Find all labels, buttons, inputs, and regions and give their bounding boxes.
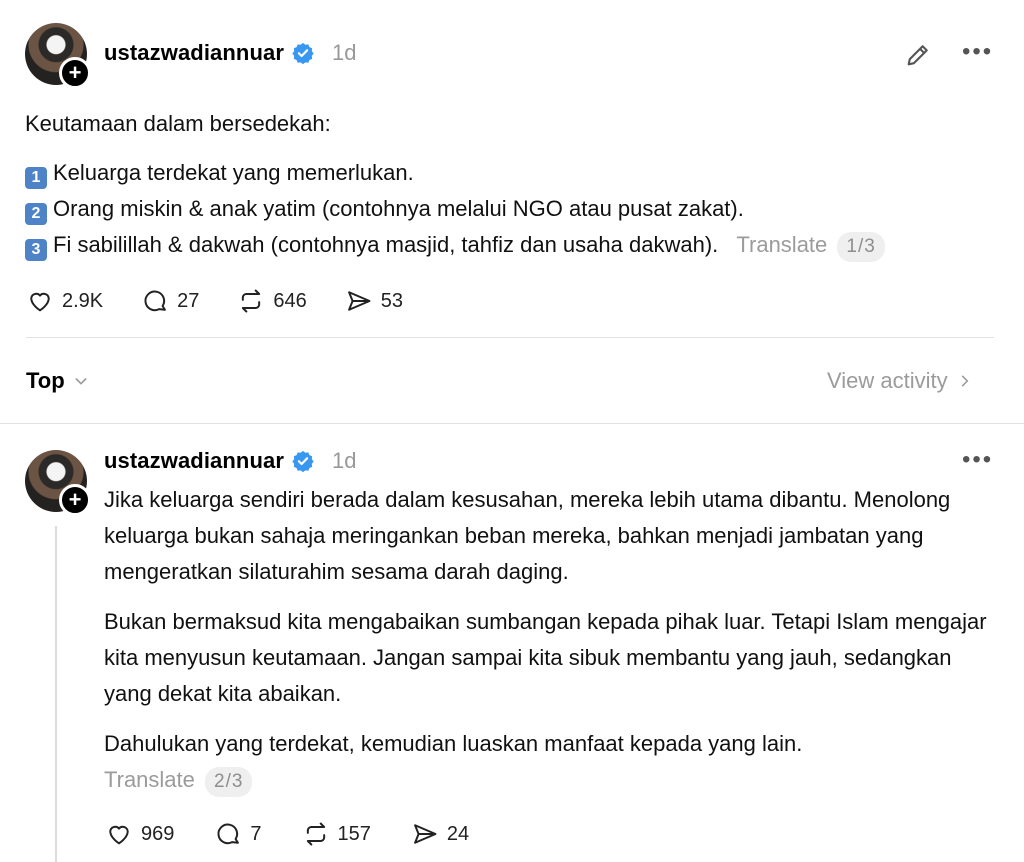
more-options-icon[interactable]: ••• xyxy=(962,38,993,66)
list-item: 2 Orang miskin & anak yatim (contohnya me… xyxy=(25,191,1005,227)
repost-icon xyxy=(242,289,261,313)
sort-dropdown[interactable]: Top xyxy=(26,368,89,394)
comment-button[interactable]: 7 xyxy=(214,820,262,848)
translate-link[interactable]: Translate xyxy=(736,232,827,257)
heart-icon xyxy=(109,825,129,845)
repost-icon xyxy=(306,822,325,846)
send-icon xyxy=(413,824,437,844)
reply-actions: 969 7 157 24 xyxy=(105,820,469,848)
comment-icon xyxy=(144,290,167,312)
reply-time: 1d xyxy=(331,448,357,473)
like-button[interactable]: 2.9K xyxy=(26,287,103,315)
send-icon xyxy=(347,291,371,311)
chevron-down-icon xyxy=(75,378,87,385)
verified-badge-icon xyxy=(292,450,314,472)
sort-label: Top xyxy=(26,368,65,393)
section-divider xyxy=(0,423,1024,424)
post-time: 1d xyxy=(331,40,357,65)
username[interactable]: ustazwadiannuar xyxy=(104,40,284,66)
page-indicator: 1/3 xyxy=(837,232,885,262)
share-button[interactable]: 53 xyxy=(345,287,403,315)
reply-paragraph: Dahulukan yang terdekat, kemudian luaska… xyxy=(104,731,803,756)
edit-pencil-icon[interactable] xyxy=(904,41,932,69)
post-intro: Keutamaan dalam bersedekah: xyxy=(25,111,331,136)
comment-button[interactable]: 27 xyxy=(141,287,199,315)
reply-paragraph: Jika keluarga sendiri berada dalam kesus… xyxy=(104,487,951,584)
divider xyxy=(26,337,994,338)
post-actions: 2.9K 27 646 53 xyxy=(26,287,403,315)
list-item: 1 Keluarga terdekat yang memerlukan. xyxy=(25,155,1005,191)
follow-plus-icon[interactable]: + xyxy=(59,57,91,89)
follow-plus-icon[interactable]: + xyxy=(59,484,91,516)
repost-button[interactable]: 157 xyxy=(302,820,371,848)
list-item: 3 Fi sabilillah & dakwah (contohnya masji… xyxy=(25,227,1005,263)
post-list: 1 Keluarga terdekat yang memerlukan. 2 Ora… xyxy=(25,155,1005,263)
reply-body: Jika keluarga sendiri berada dalam kesus… xyxy=(104,482,1004,798)
more-options-icon[interactable]: ••• xyxy=(962,446,993,474)
comment-icon xyxy=(217,823,240,845)
heart-icon xyxy=(30,292,50,312)
username[interactable]: ustazwadiannuar xyxy=(104,448,284,474)
share-button[interactable]: 24 xyxy=(411,820,469,848)
reply-paragraph: Bukan bermaksud kita mengabaikan sumbang… xyxy=(104,609,987,706)
keycap-two-icon: 2 xyxy=(25,203,47,225)
translate-link[interactable]: Translate xyxy=(104,767,195,792)
keycap-one-icon: 1 xyxy=(25,167,47,189)
verified-badge-icon xyxy=(292,42,314,64)
chevron-right-icon xyxy=(961,375,969,387)
view-activity-link[interactable]: View activity xyxy=(827,368,972,394)
thread-line xyxy=(55,526,57,862)
repost-button[interactable]: 646 xyxy=(237,287,307,315)
page-indicator: 2/3 xyxy=(205,767,253,797)
keycap-three-icon: 3 xyxy=(25,239,47,261)
like-button[interactable]: 969 xyxy=(105,820,174,848)
